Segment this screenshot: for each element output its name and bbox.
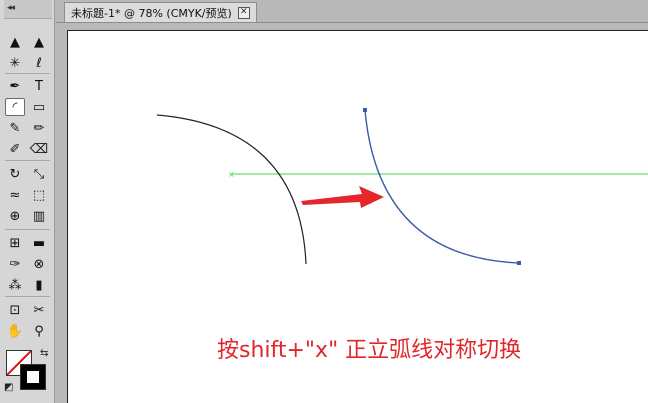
gradient-tool-icon[interactable]: ▬: [29, 234, 49, 252]
paintbrush-tool-icon[interactable]: ✎: [5, 119, 25, 137]
artboard-tool-icon[interactable]: ⊡: [5, 301, 25, 319]
pencil-tool-icon[interactable]: ✏: [29, 119, 49, 137]
tool-group-separator: [5, 296, 50, 297]
scale-tool-icon[interactable]: ⤡: [29, 165, 49, 183]
column-graph-tool-icon[interactable]: ▮: [29, 276, 49, 294]
flipped-arc[interactable]: [364, 109, 520, 264]
type-tool-icon[interactable]: T: [29, 77, 49, 95]
document-tab[interactable]: 未标题-1* @ 78% (CMYK/预览) ✕: [64, 2, 257, 22]
arc-end-anchor[interactable]: [517, 261, 521, 265]
tool-group-separator: [5, 229, 50, 230]
magic-wand-tool-icon[interactable]: ✳: [5, 54, 25, 72]
tools-panel: ◂◂ ▲ ▲ ✳ ℓ ✒ T ◜ ▭ ✎ ✏ ✐ ⌫ ↻ ⤡ ≈ ⬚ ⊕ ▥ ⊞ ▬ ✑ ⊗ ⁂ ▮ ⊡ ✂ ✋ ⚲ ⇆ ◩: [0, 0, 55, 403]
arc-start-anchor[interactable]: [363, 108, 367, 112]
slice-tool-icon[interactable]: ✂: [29, 301, 49, 319]
lasso-tool-icon[interactable]: ℓ: [29, 54, 49, 72]
rectangle-tool-icon[interactable]: ▭: [29, 98, 49, 116]
tool-group-separator: [5, 160, 50, 161]
hand-tool-icon[interactable]: ✋: [5, 322, 25, 340]
zoom-tool-icon[interactable]: ⚲: [29, 322, 49, 340]
tool-group-separator: [5, 73, 50, 74]
perspective-grid-tool-icon[interactable]: ▥: [29, 207, 49, 225]
selection-tool-icon[interactable]: ▲: [5, 33, 25, 51]
collapse-arrows-icon[interactable]: ◂◂: [7, 3, 15, 13]
blend-tool-icon[interactable]: ⊗: [29, 255, 49, 273]
workspace[interactable]: × 按shift+"x" 正立弧线对称切换: [56, 23, 648, 403]
document-tab-title: 未标题-1* @ 78% (CMYK/预览): [71, 6, 232, 20]
fill-stroke-swatches[interactable]: ⇆ ◩: [4, 348, 51, 396]
original-arc[interactable]: [156, 114, 307, 265]
rotate-tool-icon[interactable]: ↻: [5, 165, 25, 183]
warp-tool-icon[interactable]: ≈: [5, 186, 25, 204]
direct-selection-tool-icon[interactable]: ▲: [29, 33, 49, 51]
close-icon[interactable]: ✕: [237, 6, 250, 19]
eyedropper-tool-icon[interactable]: ✑: [5, 255, 25, 273]
direction-arrow: [301, 186, 384, 208]
instruction-caption: 按shift+"x" 正立弧线对称切换: [217, 338, 522, 363]
default-colors-icon[interactable]: ◩: [4, 382, 13, 393]
pen-tool-icon[interactable]: ✒: [5, 77, 25, 95]
shape-builder-tool-icon[interactable]: ⊕: [5, 207, 25, 225]
arc-tool-icon[interactable]: ◜: [5, 98, 25, 116]
symbol-sprayer-tool-icon[interactable]: ⁂: [5, 276, 25, 294]
eraser-tool-icon[interactable]: ⌫: [29, 140, 49, 158]
guide-anchor-marker: ×: [228, 170, 235, 179]
stroke-swatch[interactable]: [20, 364, 46, 390]
free-transform-tool-icon[interactable]: ⬚: [29, 186, 49, 204]
swap-fill-stroke-icon[interactable]: ⇆: [40, 348, 48, 359]
artboard[interactable]: × 按shift+"x" 正立弧线对称切换: [67, 30, 648, 403]
blob-brush-tool-icon[interactable]: ✐: [5, 140, 25, 158]
tools-panel-header[interactable]: ◂◂: [4, 0, 52, 19]
document-tab-bar: 未标题-1* @ 78% (CMYK/预览) ✕: [56, 0, 648, 23]
mesh-tool-icon[interactable]: ⊞: [5, 234, 25, 252]
